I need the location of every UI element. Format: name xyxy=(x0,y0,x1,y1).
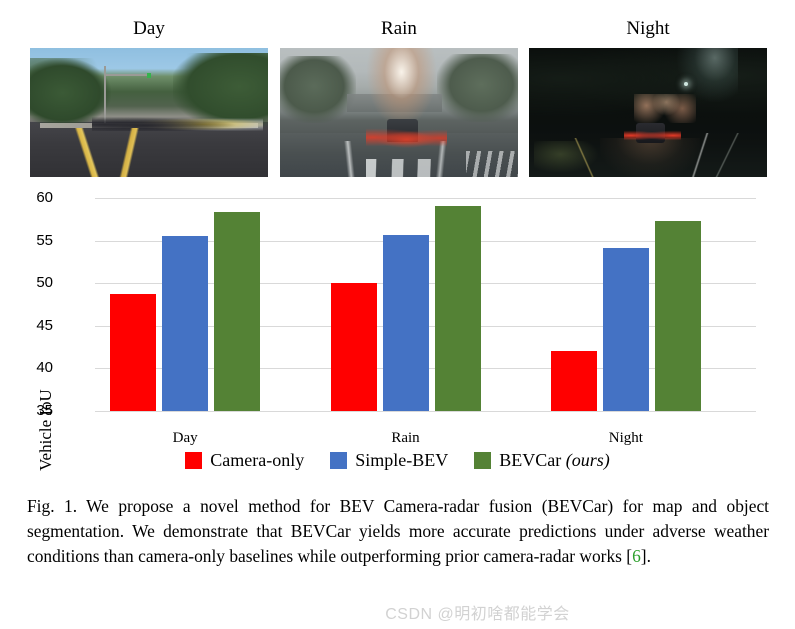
vehicle-iou-bar-chart: Vehicle IoU 35 40 45 50 55 60 Day Rain Night Ca… xyxy=(0,185,795,485)
day-parked-cars xyxy=(91,115,264,131)
chart-legend: Camera-only Simple-BEV BEVCar (ours) xyxy=(0,450,795,471)
y-axis-title-label: Vehicle IoU xyxy=(36,389,55,471)
bar-day-bevcar xyxy=(214,212,261,411)
caption-text-after-citation: ]. xyxy=(640,545,651,566)
citation-link[interactable]: 6 xyxy=(632,546,641,566)
chart-plot-area: 35 40 45 50 55 60 Day Rain Night xyxy=(36,190,756,446)
bar-day-simple-bev xyxy=(162,236,209,411)
y-tick-label: 45 xyxy=(36,316,53,334)
bar-rain-simple-bev xyxy=(382,234,429,411)
bar-night-bevcar xyxy=(654,221,701,411)
day-traffic-pole-arm xyxy=(103,73,149,76)
bar-day-camera-only xyxy=(110,294,157,411)
y-tick-label: 50 xyxy=(36,274,53,292)
bar-night-simple-bev xyxy=(602,248,649,411)
category-label-day: Day xyxy=(172,430,198,446)
legend-label: Camera-only xyxy=(210,450,305,470)
rain-crosswalk xyxy=(465,151,518,177)
y-tick-label: 55 xyxy=(36,231,53,249)
csdn-watermark: CSDN @明初啥都能学会 xyxy=(385,606,570,623)
legend-item-simple-bev[interactable]: Simple-BEV xyxy=(330,450,448,471)
y-tick-label: 60 xyxy=(36,189,53,206)
legend-swatch-icon xyxy=(185,452,203,469)
dashcam-photo-rain xyxy=(280,48,518,177)
night-taillights xyxy=(624,127,682,144)
gridline xyxy=(95,198,756,199)
bar-rain-camera-only xyxy=(330,283,377,411)
figure-panels: Day Rain Night xyxy=(0,0,795,182)
rain-trees-right xyxy=(437,54,518,122)
night-distant-vehicle-lights xyxy=(633,94,696,123)
dashcam-photo-night xyxy=(529,48,767,177)
day-green-traffic-light xyxy=(146,72,151,78)
category-label-rain: Rain xyxy=(391,430,420,446)
bar-rain-bevcar xyxy=(434,205,481,411)
panel-day: Day xyxy=(30,0,268,182)
rain-sky-glare xyxy=(365,48,438,128)
figure-number: Fig. 1. xyxy=(27,496,78,516)
dashcam-photo-day xyxy=(30,48,268,177)
legend-label: Simple-BEV xyxy=(355,450,449,470)
caption-text-before-citation: We propose a novel method for BEV Camera… xyxy=(27,496,769,566)
legend-item-bevcar[interactable]: BEVCar (ours) xyxy=(474,450,610,471)
panel-title-night: Night xyxy=(626,18,670,39)
night-lane-marking-left xyxy=(548,138,629,177)
panel-rain: Rain xyxy=(280,0,518,182)
panel-title-rain: Rain xyxy=(381,18,417,39)
legend-item-camera-only[interactable]: Camera-only xyxy=(185,450,304,471)
y-tick-label: 40 xyxy=(36,359,53,377)
gridline xyxy=(95,411,756,412)
rain-road-text-marking xyxy=(365,158,438,177)
y-tick-label: 35 xyxy=(36,402,53,419)
bar-night-camera-only xyxy=(550,350,597,411)
rain-taillight-reflections xyxy=(365,127,447,149)
panel-title-day: Day xyxy=(133,18,165,39)
legend-label: BEVCar (ours) xyxy=(499,450,610,470)
legend-swatch-icon xyxy=(474,452,492,469)
panel-night: Night xyxy=(529,0,767,182)
legend-swatch-icon xyxy=(330,452,348,469)
category-label-night: Night xyxy=(608,430,643,446)
rain-trees-left xyxy=(280,55,357,123)
figure-caption: Fig. 1. We propose a novel method for BEV… xyxy=(27,494,769,568)
